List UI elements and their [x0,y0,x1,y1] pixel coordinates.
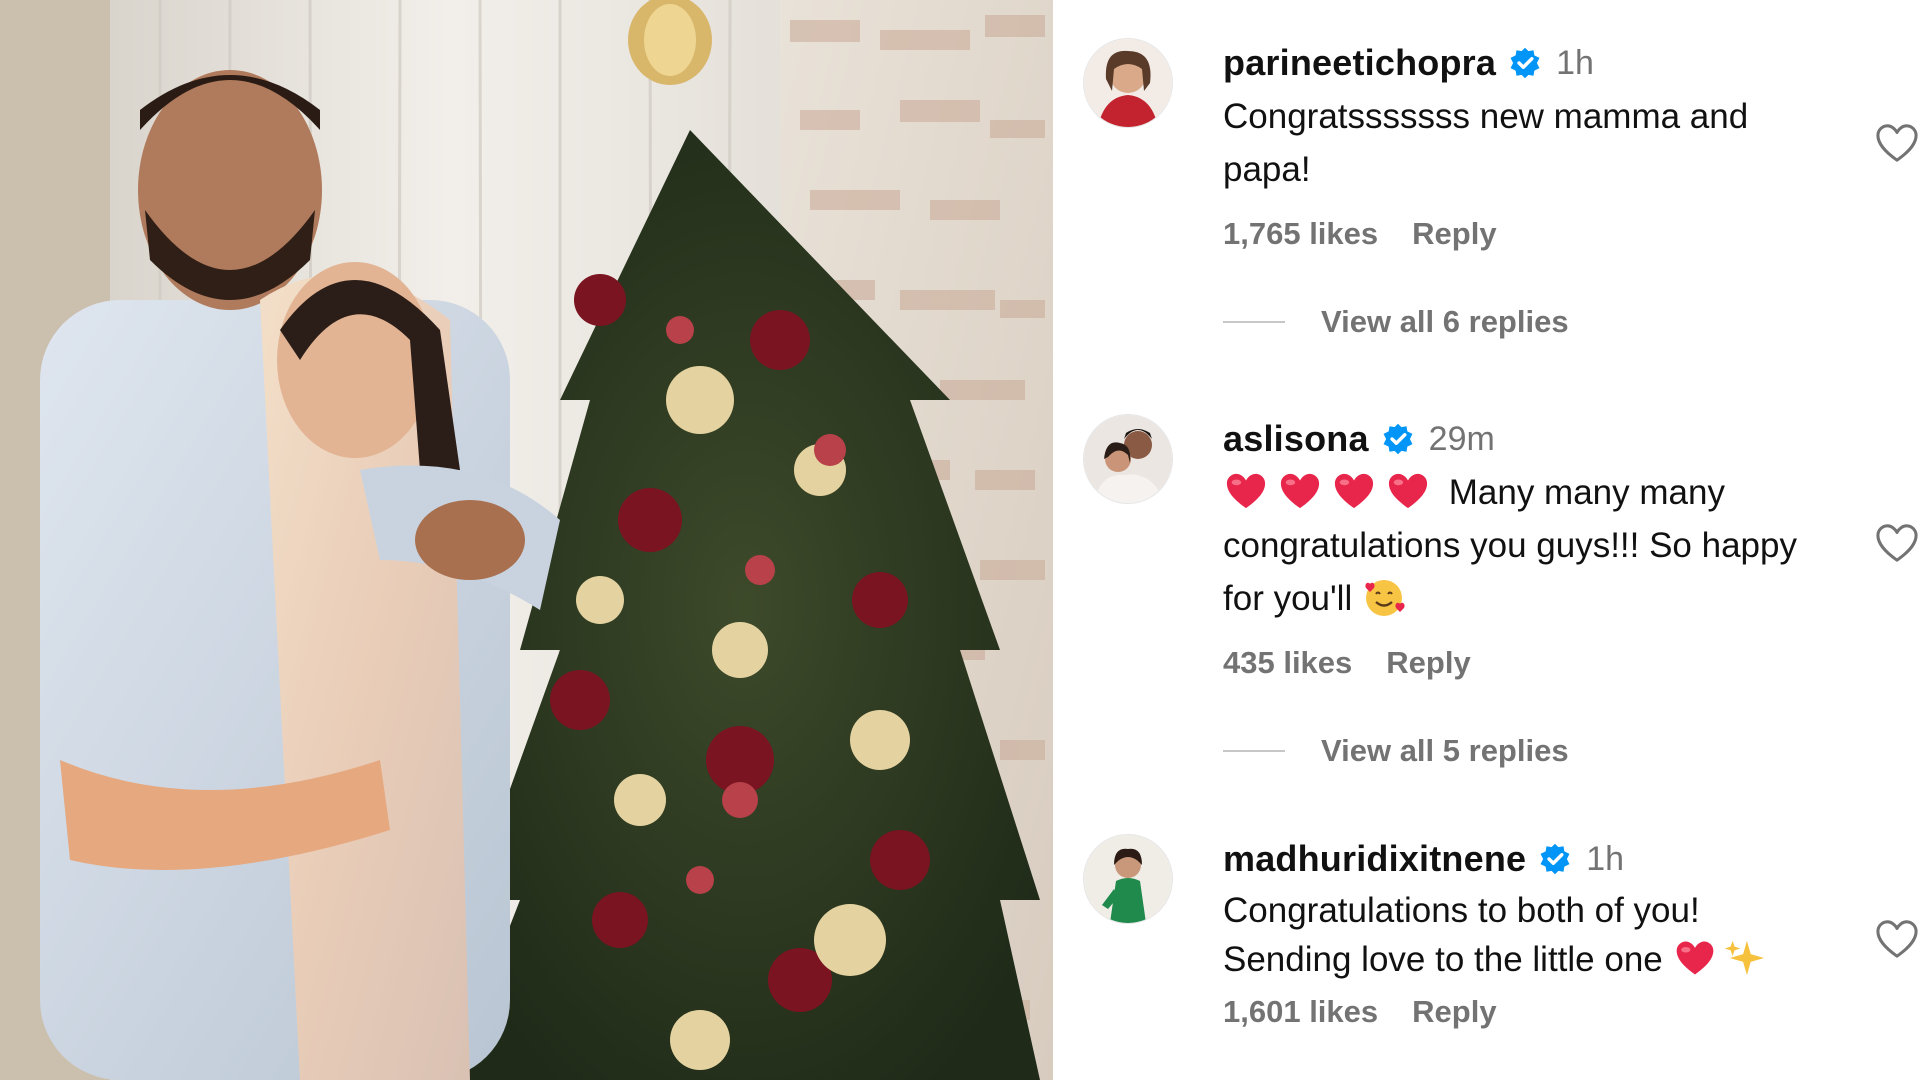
post-photo-illustration [0,0,1053,1080]
comment-text-content: Congratulations to both of you! Sending … [1223,891,1700,979]
comment-username[interactable]: madhuridixitnene [1223,834,1526,884]
avatar-woman-red-icon [1084,39,1172,127]
comment-body: aslisona 29m Many many many congratulati… [1223,414,1823,769]
like-heart-icon[interactable] [1874,918,1920,960]
avatar[interactable] [1083,834,1173,924]
avatar[interactable] [1083,38,1173,128]
comment-timestamp: 1h [1586,840,1625,878]
comment-timestamp: 1h [1556,44,1594,82]
view-replies-button[interactable]: View all 5 replies [1223,733,1823,769]
comment-likes-count[interactable]: 1,765 likes [1223,216,1378,252]
comment-username[interactable]: aslisona [1223,414,1369,464]
reply-button[interactable]: Reply [1386,645,1470,681]
view-replies-label: View all 5 replies [1321,733,1569,768]
sparkles-emoji-icon [1724,940,1764,976]
comment-timestamp: 29m [1428,420,1495,458]
comment-text-content: Congratsssssss new mamma and papa! [1223,97,1749,189]
comment-meta: 1,601 likes Reply [1223,994,1823,1030]
comment-likes-count[interactable]: 435 likes [1223,645,1352,681]
comments-panel: parineetichopra 1h Congratsssssss new ma… [1053,0,1920,1080]
comment-body: madhuridixitnene 1h Congratulations to b… [1223,834,1823,1030]
reply-button[interactable]: Reply [1412,994,1496,1030]
comment-header: parineetichopra 1h [1223,38,1823,88]
comment-meta: 435 likes Reply [1223,645,1823,681]
avatar-woman-green-icon [1084,835,1172,923]
comment-likes-count[interactable]: 1,601 likes [1223,994,1378,1030]
heart-emoji-icon [1388,473,1428,509]
smiling-face-with-hearts-emoji-icon [1365,580,1405,616]
heart-emoji-icon [1676,941,1714,975]
verified-badge-icon [1540,843,1570,875]
view-replies-label: View all 6 replies [1321,304,1569,339]
verified-badge-icon [1510,47,1540,79]
comment-header: aslisona 29m [1223,414,1823,464]
comment-text: Many many many congratulations you guys!… [1223,466,1823,625]
avatar-couple-icon [1084,415,1172,503]
comment-meta: 1,765 likes Reply [1223,216,1823,252]
reply-button[interactable]: Reply [1412,216,1496,252]
post-photo[interactable] [0,0,1053,1080]
replies-divider [1223,750,1285,752]
avatar[interactable] [1083,414,1173,504]
view-replies-button[interactable]: View all 6 replies [1223,304,1823,340]
like-heart-icon[interactable] [1874,522,1920,564]
heart-emoji-icon [1280,473,1320,509]
like-heart-icon[interactable] [1874,122,1920,164]
comment-username[interactable]: parineetichopra [1223,38,1496,88]
heart-emoji-icon [1334,473,1374,509]
heart-emoji-icon [1226,473,1266,509]
comment-text: Congratsssssss new mamma and papa! [1223,90,1823,196]
verified-badge-icon [1383,423,1413,455]
comment-body: parineetichopra 1h Congratsssssss new ma… [1223,38,1823,340]
post-view: parineetichopra 1h Congratsssssss new ma… [0,0,1920,1080]
comment-header: madhuridixitnene 1h [1223,834,1823,884]
replies-divider [1223,321,1285,323]
comment-text: Congratulations to both of you! Sending … [1223,886,1823,984]
